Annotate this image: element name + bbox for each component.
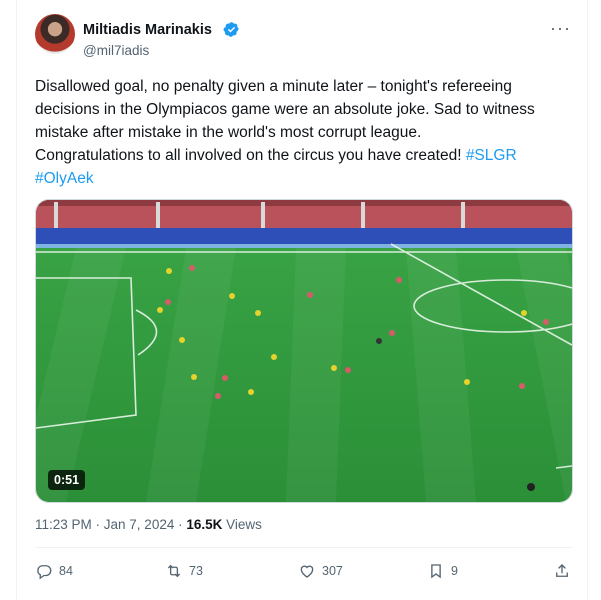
avatar[interactable] bbox=[35, 14, 75, 54]
tweet-line-4: Congratulations to all involved on the c… bbox=[35, 144, 575, 167]
hashtag-olyaek[interactable]: #OlyAek bbox=[35, 170, 94, 187]
hashtag-slgr[interactable]: #SLGR bbox=[466, 147, 517, 164]
repost-button[interactable]: 73 bbox=[165, 562, 203, 580]
tweet-card: Miltiadis Marinakis @mil7iadis ··· Disal… bbox=[16, 0, 588, 600]
tweet-text: Disallowed goal, no penalty given a minu… bbox=[35, 75, 575, 190]
like-count: 307 bbox=[322, 564, 343, 578]
action-bar: 84 73 307 9 bbox=[35, 560, 575, 588]
tweet-timestamp[interactable]: 11:23 PM · Jan 7, 2024 · bbox=[35, 517, 186, 532]
views-count: 16.5K bbox=[186, 517, 223, 532]
video-frame bbox=[36, 200, 572, 502]
author-handle[interactable]: @mil7iadis bbox=[83, 43, 149, 58]
bookmark-count: 9 bbox=[451, 564, 458, 578]
reply-count: 84 bbox=[59, 564, 73, 578]
heart-icon bbox=[300, 565, 314, 578]
bookmark-icon bbox=[431, 564, 441, 579]
video-duration: 0:51 bbox=[48, 470, 86, 490]
tweet-line-2: decisions in the Olympiacos game were an… bbox=[35, 101, 535, 118]
author-name[interactable]: Miltiadis Marinakis bbox=[83, 22, 212, 38]
divider bbox=[35, 547, 573, 548]
repost-count: 73 bbox=[189, 564, 203, 578]
reply-icon bbox=[37, 565, 52, 580]
like-button[interactable]: 307 bbox=[298, 562, 343, 580]
bookmark-button[interactable]: 9 bbox=[427, 562, 458, 580]
more-icon[interactable]: ··· bbox=[550, 18, 571, 39]
views-label: Views bbox=[222, 517, 262, 532]
tweet-line-4-text: Congratulations to all involved on the c… bbox=[35, 147, 466, 164]
tweet-line-1: Disallowed goal, no penalty given a minu… bbox=[35, 78, 512, 95]
repost-icon bbox=[167, 564, 181, 578]
verified-badge-icon bbox=[223, 22, 239, 37]
video-player[interactable]: 0:51 bbox=[35, 199, 573, 503]
reply-button[interactable]: 84 bbox=[35, 562, 73, 580]
tweet-line-3: mistake after mistake in the world's mos… bbox=[35, 124, 422, 141]
share-icon bbox=[556, 564, 568, 577]
tweet-meta: 11:23 PM · Jan 7, 2024 · 16.5K Views bbox=[35, 517, 262, 532]
share-button[interactable] bbox=[553, 562, 571, 580]
tweet-line-5: #OlyAek bbox=[35, 167, 575, 190]
